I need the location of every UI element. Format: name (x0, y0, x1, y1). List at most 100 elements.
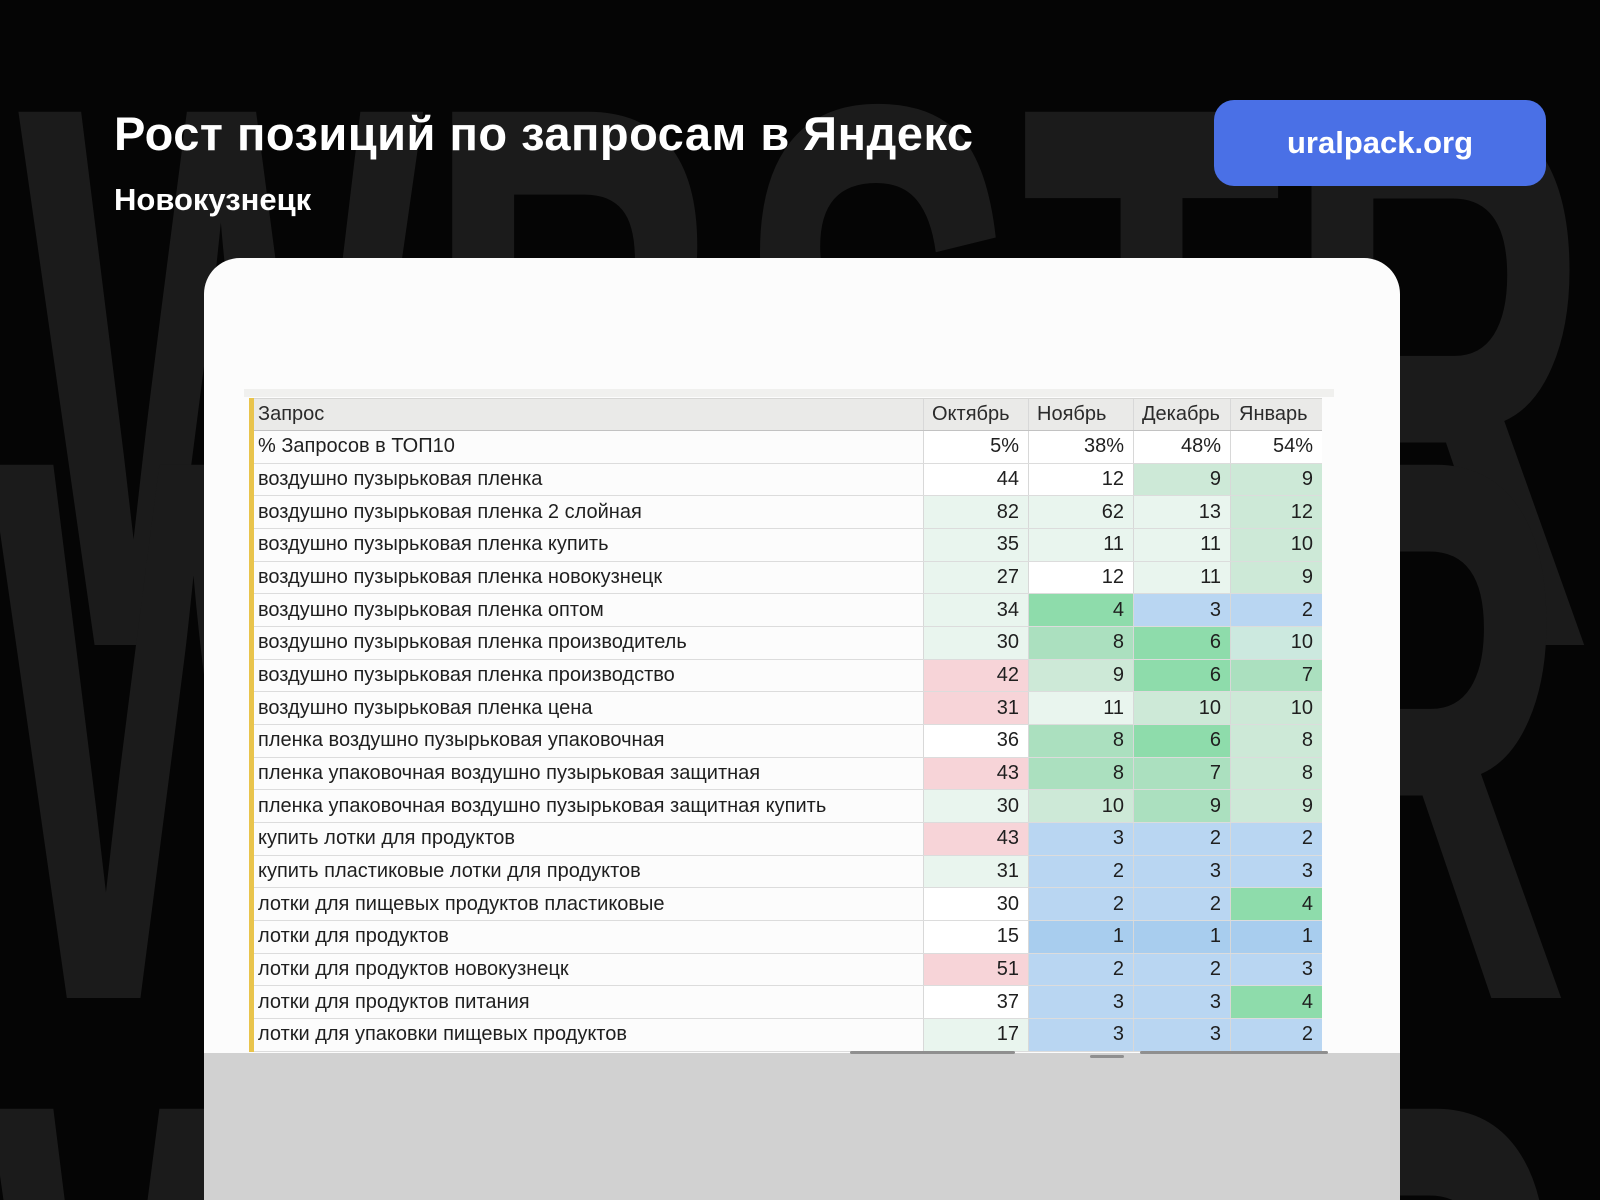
value-cell[interactable]: 43 (923, 758, 1028, 790)
value-cell[interactable]: 3 (1133, 856, 1230, 888)
value-cell[interactable]: 6 (1133, 660, 1230, 692)
value-cell[interactable]: 8 (1028, 725, 1133, 757)
value-cell[interactable]: 9 (1230, 562, 1322, 594)
value-cell[interactable]: 4 (1028, 594, 1133, 626)
value-cell[interactable]: 2 (1028, 856, 1133, 888)
value-cell[interactable]: 51 (923, 954, 1028, 986)
query-cell[interactable]: лотки для пищевых продуктов пластиковые (250, 888, 923, 920)
query-cell[interactable]: воздушно пузырьковая пленка (250, 464, 923, 496)
value-cell[interactable]: 6 (1133, 627, 1230, 659)
query-cell[interactable]: пленка воздушно пузырьковая упаковочная (250, 725, 923, 757)
value-cell[interactable]: 10 (1230, 529, 1322, 561)
value-cell[interactable]: 3 (1133, 594, 1230, 626)
value-cell[interactable]: 6 (1133, 725, 1230, 757)
column-header-1[interactable]: Октябрь (923, 399, 1028, 430)
value-cell[interactable]: 5% (923, 431, 1028, 463)
value-cell[interactable]: 3 (1230, 856, 1322, 888)
value-cell[interactable]: 3 (1133, 986, 1230, 1018)
value-cell[interactable]: 2 (1230, 1019, 1322, 1051)
value-cell[interactable]: 43 (923, 823, 1028, 855)
value-cell[interactable]: 2 (1230, 594, 1322, 626)
value-cell[interactable]: 30 (923, 790, 1028, 822)
value-cell[interactable]: 2 (1028, 954, 1133, 986)
value-cell[interactable]: 9 (1133, 790, 1230, 822)
query-cell[interactable]: пленка упаковочная воздушно пузырьковая … (250, 758, 923, 790)
value-cell[interactable]: 30 (923, 888, 1028, 920)
query-cell[interactable]: купить пластиковые лотки для продуктов (250, 856, 923, 888)
value-cell[interactable]: 17 (923, 1019, 1028, 1051)
value-cell[interactable]: 3 (1028, 1019, 1133, 1051)
value-cell[interactable]: 48% (1133, 431, 1230, 463)
value-cell[interactable]: 44 (923, 464, 1028, 496)
value-cell[interactable]: 1 (1230, 921, 1322, 953)
value-cell[interactable]: 34 (923, 594, 1028, 626)
value-cell[interactable]: 9 (1230, 790, 1322, 822)
value-cell[interactable]: 4 (1230, 986, 1322, 1018)
query-cell[interactable]: лотки для продуктов новокузнецк (250, 954, 923, 986)
query-cell[interactable]: лотки для продуктов питания (250, 986, 923, 1018)
column-header-4[interactable]: Январь (1230, 399, 1322, 430)
value-cell[interactable]: 8 (1230, 758, 1322, 790)
value-cell[interactable]: 2 (1133, 888, 1230, 920)
value-cell[interactable]: 3 (1028, 823, 1133, 855)
value-cell[interactable]: 11 (1028, 529, 1133, 561)
value-cell[interactable]: 82 (923, 496, 1028, 528)
query-cell[interactable]: пленка упаковочная воздушно пузырьковая … (250, 790, 923, 822)
value-cell[interactable]: 9 (1230, 464, 1322, 496)
query-cell[interactable]: лотки для упаковки пищевых продуктов (250, 1019, 923, 1051)
value-cell[interactable]: 30 (923, 627, 1028, 659)
value-cell[interactable]: 36 (923, 725, 1028, 757)
query-cell[interactable]: воздушно пузырьковая пленка производство (250, 660, 923, 692)
value-cell[interactable]: 31 (923, 856, 1028, 888)
value-cell[interactable]: 11 (1133, 562, 1230, 594)
value-cell[interactable]: 35 (923, 529, 1028, 561)
value-cell[interactable]: 11 (1028, 692, 1133, 724)
value-cell[interactable]: 31 (923, 692, 1028, 724)
value-cell[interactable]: 12 (1028, 562, 1133, 594)
value-cell[interactable]: 10 (1230, 692, 1322, 724)
query-cell[interactable]: % Запросов в ТОП10 (250, 431, 923, 463)
query-cell[interactable]: воздушно пузырьковая пленка новокузнецк (250, 562, 923, 594)
value-cell[interactable]: 27 (923, 562, 1028, 594)
column-header-3[interactable]: Декабрь (1133, 399, 1230, 430)
value-cell[interactable]: 3 (1230, 954, 1322, 986)
value-cell[interactable]: 13 (1133, 496, 1230, 528)
value-cell[interactable]: 2 (1133, 823, 1230, 855)
query-cell[interactable]: купить лотки для продуктов (250, 823, 923, 855)
value-cell[interactable]: 8 (1028, 758, 1133, 790)
value-cell[interactable]: 10 (1230, 627, 1322, 659)
value-cell[interactable]: 38% (1028, 431, 1133, 463)
query-cell[interactable]: воздушно пузырьковая пленка производител… (250, 627, 923, 659)
value-cell[interactable]: 9 (1133, 464, 1230, 496)
value-cell[interactable]: 1 (1133, 921, 1230, 953)
value-cell[interactable]: 8 (1028, 627, 1133, 659)
query-cell[interactable]: воздушно пузырьковая пленка купить (250, 529, 923, 561)
value-cell[interactable]: 3 (1028, 986, 1133, 1018)
column-header-2[interactable]: Ноябрь (1028, 399, 1133, 430)
value-cell[interactable]: 10 (1133, 692, 1230, 724)
column-header-0[interactable]: Запрос (250, 399, 923, 430)
query-cell[interactable]: воздушно пузырьковая пленка 2 слойная (250, 496, 923, 528)
value-cell[interactable]: 54% (1230, 431, 1322, 463)
value-cell[interactable]: 4 (1230, 888, 1322, 920)
value-cell[interactable]: 2 (1028, 888, 1133, 920)
value-cell[interactable]: 15 (923, 921, 1028, 953)
value-cell[interactable]: 2 (1133, 954, 1230, 986)
value-cell[interactable]: 3 (1133, 1019, 1230, 1051)
value-cell[interactable]: 1 (1028, 921, 1133, 953)
query-cell[interactable]: воздушно пузырьковая пленка цена (250, 692, 923, 724)
value-cell[interactable]: 10 (1028, 790, 1133, 822)
query-cell[interactable]: лотки для продуктов (250, 921, 923, 953)
value-cell[interactable]: 37 (923, 986, 1028, 1018)
value-cell[interactable]: 2 (1230, 823, 1322, 855)
value-cell[interactable]: 12 (1028, 464, 1133, 496)
value-cell[interactable]: 9 (1028, 660, 1133, 692)
value-cell[interactable]: 42 (923, 660, 1028, 692)
value-cell[interactable]: 12 (1230, 496, 1322, 528)
value-cell[interactable]: 7 (1133, 758, 1230, 790)
value-cell[interactable]: 8 (1230, 725, 1322, 757)
site-badge[interactable]: uralpack.org (1214, 100, 1546, 186)
value-cell[interactable]: 11 (1133, 529, 1230, 561)
query-cell[interactable]: воздушно пузырьковая пленка оптом (250, 594, 923, 626)
value-cell[interactable]: 62 (1028, 496, 1133, 528)
